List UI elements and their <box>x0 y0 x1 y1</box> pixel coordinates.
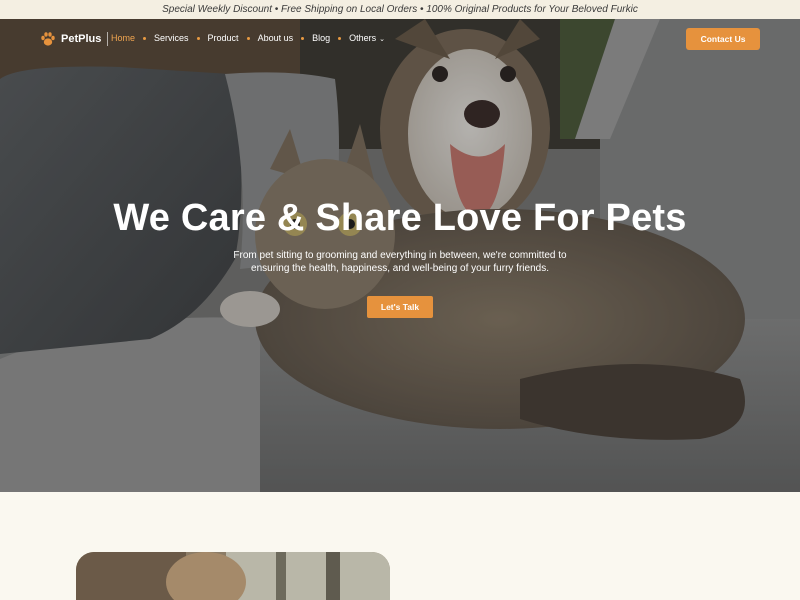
contact-us-button[interactable]: Contact Us <box>686 28 760 50</box>
nav-item-blog[interactable]: Blog <box>312 33 330 43</box>
nav-item-others[interactable]: Others ⌄ <box>349 33 385 43</box>
chevron-down-icon: ⌄ <box>379 36 385 43</box>
nav-separator-dot <box>143 36 147 40</box>
main-menu: Home Services Product About us Blog Othe… <box>111 33 385 43</box>
brand-name: PetPlus <box>61 33 102 45</box>
navbar: PetPlus Home Services Product About us B… <box>0 19 800 61</box>
hero-subtitle: From pet sitting to grooming and everyth… <box>233 250 567 274</box>
paw-icon <box>41 32 55 46</box>
lets-talk-button[interactable]: Let's Talk <box>367 296 433 318</box>
nav-separator-dot <box>338 36 342 40</box>
nav-item-others-label: Others <box>349 33 377 43</box>
nav-item-product[interactable]: Product <box>208 33 239 43</box>
nav-item-home[interactable]: Home <box>111 33 135 43</box>
announcement-text: Special Weekly Discount • Free Shipping … <box>162 4 638 15</box>
nav-item-about-us[interactable]: About us <box>258 33 294 43</box>
brand-logo[interactable]: PetPlus <box>40 31 109 47</box>
about-photo <box>76 552 390 600</box>
announcement-bar: Special Weekly Discount • Free Shipping … <box>0 0 800 19</box>
about-image-preview <box>76 552 390 600</box>
nav-separator-dot <box>246 36 250 40</box>
nav-separator-dot <box>301 36 305 40</box>
hero-title: We Care & Share Love For Pets <box>113 197 687 239</box>
nav-separator-dot <box>196 36 200 40</box>
nav-item-services[interactable]: Services <box>154 33 189 43</box>
brand-divider <box>107 32 109 46</box>
